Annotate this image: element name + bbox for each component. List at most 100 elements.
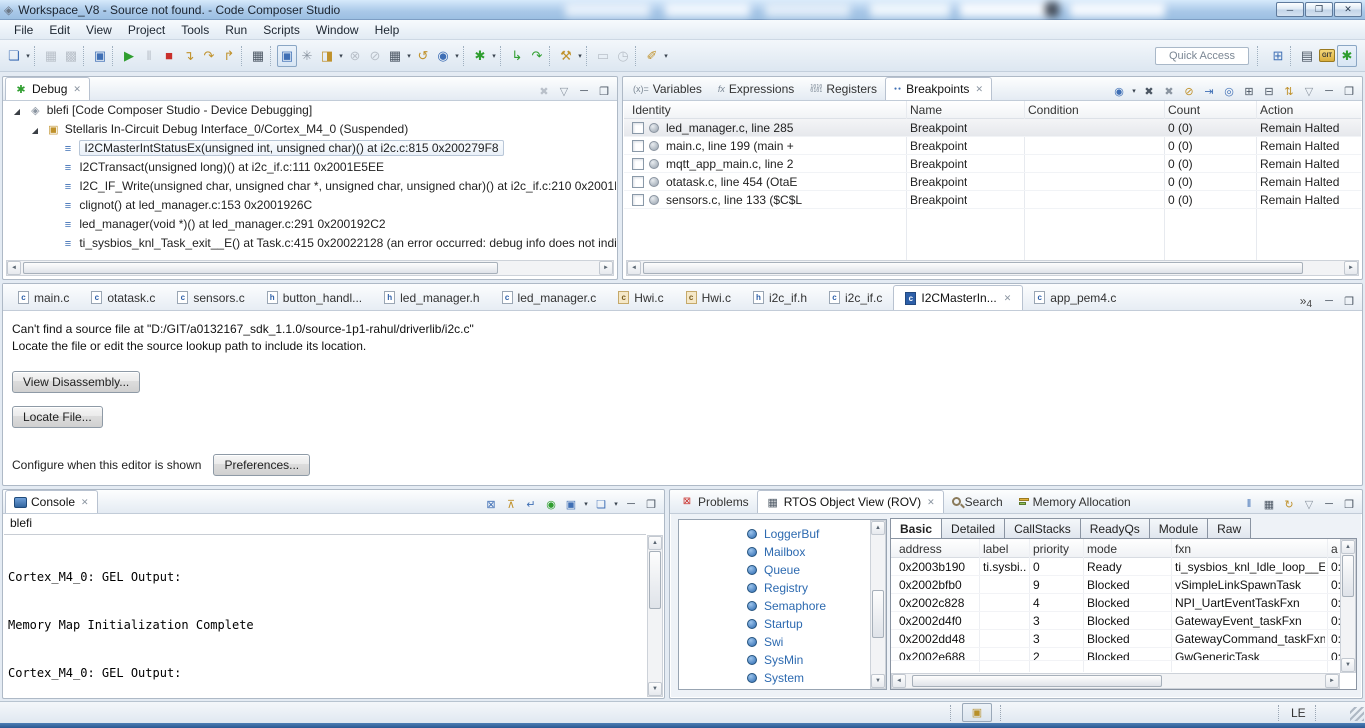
show-debug-view-icon[interactable]: ▣ [277,44,297,67]
tab-registers[interactable]: 1010 0101 Registers [802,77,885,100]
console-output[interactable]: Cortex_M4_0: GEL Output: Memory Map Init… [4,534,646,697]
suspend-icon[interactable]: ‖ [139,45,159,67]
tools-screwdriver-icon[interactable]: ✐ [642,45,662,67]
ccs-debug-perspective-icon[interactable]: ✱ [1337,44,1357,67]
tab-readyqs[interactable]: ReadyQs [1080,518,1150,539]
scroll-left-icon[interactable]: ◄ [892,674,906,688]
preferences-button[interactable]: Preferences... [213,454,311,476]
view-menu-icon[interactable]: ▽ [1300,82,1318,100]
scroll-track[interactable] [906,674,1325,688]
tab-rov[interactable]: ▦ RTOS Object View (ROV) ✕ [756,490,944,513]
scroll-down-icon[interactable]: ▼ [1341,658,1355,672]
display-console-dropdown-icon[interactable]: ▾ [582,500,590,508]
breakpoint-row[interactable]: led_manager.c, line 285 Breakpoint 0 (0)… [624,119,1361,137]
breakpoints-horizontal-scrollbar[interactable]: ◄ ► [626,260,1359,276]
column-identity[interactable]: Identity [632,103,671,117]
locate-file-button[interactable]: Locate File... [12,406,103,428]
build-hammer-icon[interactable]: ⚒ [556,45,576,67]
connect-target-icon[interactable]: ⊗ [345,45,365,67]
scroll-right-icon[interactable]: ► [599,261,613,275]
remove-all-terminated-icon[interactable]: ✖ [535,82,553,100]
stack-frame[interactable]: ≡ led_manager(void *)() at led_manager.c… [4,215,616,234]
column-action[interactable]: Action [1260,103,1293,117]
scroll-thumb[interactable] [912,675,1162,687]
editor-tab-active[interactable]: c I2CMasterIn... ✕ [893,285,1024,310]
minimize-view-icon[interactable]: ─ [1320,495,1338,513]
assembly-step-over-icon[interactable]: ↷ [527,45,547,67]
remove-breakpoint-icon[interactable]: ✖ [1140,82,1158,100]
column-name[interactable]: Name [910,103,942,117]
new-file-dropdown-icon[interactable]: ▾ [24,52,32,60]
stack-frame[interactable]: ≡ I2CTransact(unsigned long)() at i2c_if… [4,158,616,177]
maximize-view-icon[interactable]: ❐ [1340,292,1358,310]
scroll-track[interactable] [1341,554,1355,658]
console-view-icon[interactable]: ▣ [90,45,110,67]
debug-bug-icon[interactable]: ✱ [470,45,490,67]
new-breakpoint-icon[interactable]: ◉ [1110,82,1128,100]
rov-table-vertical-scrollbar[interactable]: ▲ ▼ [1340,539,1356,673]
close-tab-icon[interactable]: ✕ [975,84,983,95]
breakpoint-row[interactable]: mqtt_app_main.c, line 2 Breakpoint 0 (0)… [624,155,1361,173]
menu-run[interactable]: Run [217,21,255,39]
rov-grid-icon[interactable]: ▦ [1260,495,1278,513]
tab-variables[interactable]: (x)= Variables [625,77,710,100]
breakpoint-checkbox[interactable] [632,176,644,188]
menu-help[interactable]: Help [367,21,408,39]
expand-all-icon[interactable]: ⊞ [1240,82,1258,100]
menu-edit[interactable]: Edit [41,21,78,39]
scroll-down-icon[interactable]: ▼ [871,674,885,688]
save-icon[interactable]: ▦ [41,45,61,67]
breakpoint-checkbox[interactable] [632,194,644,206]
editor-tab[interactable]: c app_pem4.c [1023,285,1127,310]
rov-tree-item[interactable]: Mailbox [679,543,886,561]
tab-debug[interactable]: ✱ Debug ✕ [5,77,90,100]
close-tab-icon[interactable]: ✕ [81,497,89,508]
scroll-thumb[interactable] [23,262,498,274]
rov-tree-item[interactable]: Semaphore [679,597,886,615]
tab-expressions[interactable]: fx Expressions [710,77,802,100]
scroll-track[interactable] [648,550,662,682]
new-file-icon[interactable]: ❏ [4,45,24,67]
load-program-icon[interactable]: ◨ [317,45,337,67]
wand-icon[interactable]: ✳ [297,45,317,67]
breakpoint-row[interactable]: sensors.c, line 133 ($C$L Breakpoint 0 (… [624,191,1361,209]
scroll-right-icon[interactable]: ► [1344,261,1358,275]
scroll-left-icon[interactable]: ◄ [627,261,641,275]
step-return-icon[interactable]: ↱ [219,45,239,67]
terminate-icon[interactable]: ■ [159,45,179,67]
tab-basic[interactable]: Basic [890,518,943,539]
git-perspective-icon[interactable]: GIT [1317,45,1337,67]
debug-root-node[interactable]: ◢ ◈ blefi [Code Composer Studio - Device… [4,101,616,120]
resume-icon[interactable]: ▶ [119,45,139,67]
column-condition[interactable]: Condition [1028,103,1079,117]
task-row[interactable]: 0x2002c828 4 Blocked NPI_UartEventTaskFx… [891,594,1341,612]
debug-dropdown-icon[interactable]: ▾ [490,52,498,60]
scroll-thumb[interactable] [872,590,884,638]
goto-file-icon[interactable]: ⇥ [1200,82,1218,100]
rov-tree-item[interactable]: SysMin [679,651,886,669]
close-tab-icon[interactable]: ✕ [1004,293,1012,304]
menu-project[interactable]: Project [120,21,173,39]
column-a[interactable]: a [1331,542,1338,556]
tree-expanded-icon[interactable]: ◢ [10,102,24,120]
menu-window[interactable]: Window [308,21,367,39]
stack-frame[interactable]: ≡ ti_sysbios_knl_Task_exit__E() at Task.… [4,234,616,253]
console-vertical-scrollbar[interactable]: ▲ ▼ [647,535,663,697]
flash-device-dropdown-icon[interactable]: ▾ [405,52,413,60]
column-address[interactable]: address [899,542,942,556]
minimize-window-button[interactable]: ─ [1276,2,1304,17]
task-row[interactable]: 0x2002bfb0 9 Blocked vSimpleLinkSpawnTas… [891,576,1341,594]
open-perspective-icon[interactable]: ⊞ [1268,45,1288,67]
column-mode[interactable]: mode [1087,542,1117,556]
pause-rov-icon[interactable]: ‖ [1240,495,1258,513]
minimize-view-icon[interactable]: ─ [622,495,640,513]
editor-tab[interactable]: c Hwi.c [607,285,674,310]
tab-search[interactable]: Search [944,490,1011,513]
tab-breakpoints[interactable]: ●● Breakpoints ✕ [885,77,992,100]
restore-window-button[interactable]: ❐ [1305,2,1333,17]
tab-problems[interactable]: ⊠ Problems [672,490,757,513]
flash-device-icon[interactable]: ▦ [385,45,405,67]
tab-overflow-indicator[interactable]: »4 [1300,294,1320,310]
tab-raw[interactable]: Raw [1208,518,1252,539]
breakpoint-row[interactable]: main.c, line 199 (main + Breakpoint 0 (0… [624,137,1361,155]
